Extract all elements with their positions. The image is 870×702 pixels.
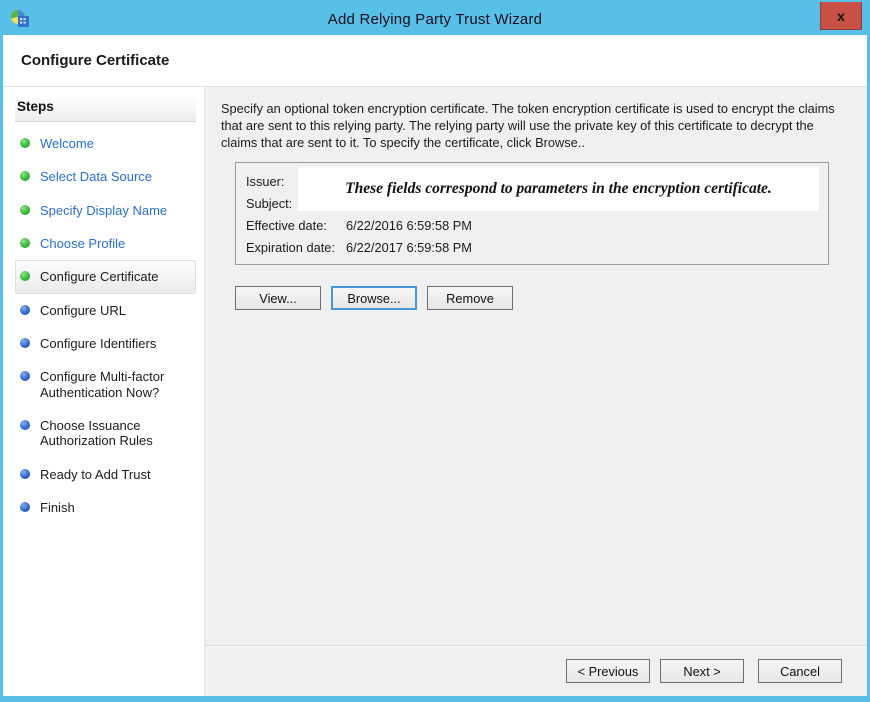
- sidebar-item-configure-identifiers: Configure Identifiers: [15, 327, 196, 360]
- sidebar-item-select-data-source[interactable]: Select Data Source: [15, 160, 196, 193]
- titlebar: Add Relying Party Trust Wizard x: [3, 3, 867, 35]
- close-button[interactable]: x: [820, 2, 862, 30]
- step-status-icon: [20, 138, 30, 148]
- browse-button[interactable]: Browse...: [331, 286, 417, 310]
- annotation-overlay: These fields correspond to parameters in…: [298, 167, 819, 211]
- step-status-icon: [20, 271, 30, 281]
- steps-heading: Steps: [15, 95, 196, 122]
- main-column: Specify an optional token encryption cer…: [205, 87, 867, 696]
- cert-field-effective-date: Effective date: 6/22/2016 6:59:58 PM: [246, 214, 818, 236]
- page-title: Configure Certificate: [21, 52, 169, 69]
- step-status-icon: [20, 238, 30, 248]
- step-status-icon: [20, 338, 30, 348]
- previous-button[interactable]: < Previous: [566, 659, 650, 683]
- sidebar-item-welcome[interactable]: Welcome: [15, 127, 196, 160]
- sidebar-item-choose-profile[interactable]: Choose Profile: [15, 227, 196, 260]
- certificate-actions: View... Browse... Remove: [235, 286, 845, 310]
- wizard-window: Add Relying Party Trust Wizard x Configu…: [0, 0, 870, 702]
- window-title: Add Relying Party Trust Wizard: [3, 11, 867, 28]
- main-content: Specify an optional token encryption cer…: [205, 87, 867, 645]
- instructions-text: Specify an optional token encryption cer…: [221, 100, 841, 151]
- step-status-icon: [20, 305, 30, 315]
- sidebar-item-finish: Finish: [15, 491, 196, 524]
- cert-field-expiration-date: Expiration date: 6/22/2017 6:59:58 PM: [246, 236, 818, 258]
- next-button[interactable]: Next >: [660, 659, 744, 683]
- sidebar-item-configure-url: Configure URL: [15, 294, 196, 327]
- sidebar-item-choose-issuance-rules: Choose Issuance Authorization Rules: [15, 409, 196, 458]
- step-status-icon: [20, 502, 30, 512]
- cancel-button[interactable]: Cancel: [758, 659, 842, 683]
- remove-button[interactable]: Remove: [427, 286, 513, 310]
- step-status-icon: [20, 171, 30, 181]
- sidebar-item-configure-mfa: Configure Multi-factor Authentication No…: [15, 360, 196, 409]
- sidebar-item-specify-display-name[interactable]: Specify Display Name: [15, 194, 196, 227]
- step-status-icon: [20, 205, 30, 215]
- steps-sidebar: Steps Welcome Select Data Source Specify…: [3, 87, 205, 696]
- wizard-body: Steps Welcome Select Data Source Specify…: [3, 87, 867, 696]
- certificate-details-box: Issuer: Subject: Effective date: 6/22/20…: [235, 162, 829, 265]
- page-header: Configure Certificate: [3, 35, 867, 87]
- step-status-icon: [20, 371, 30, 381]
- steps-list: Welcome Select Data Source Specify Displ…: [15, 127, 196, 524]
- wizard-footer: < Previous Next > Cancel: [205, 645, 867, 696]
- step-status-icon: [20, 469, 30, 479]
- view-button[interactable]: View...: [235, 286, 321, 310]
- sidebar-item-configure-certificate[interactable]: Configure Certificate: [15, 260, 196, 293]
- sidebar-item-ready-to-add-trust: Ready to Add Trust: [15, 458, 196, 491]
- step-status-icon: [20, 420, 30, 430]
